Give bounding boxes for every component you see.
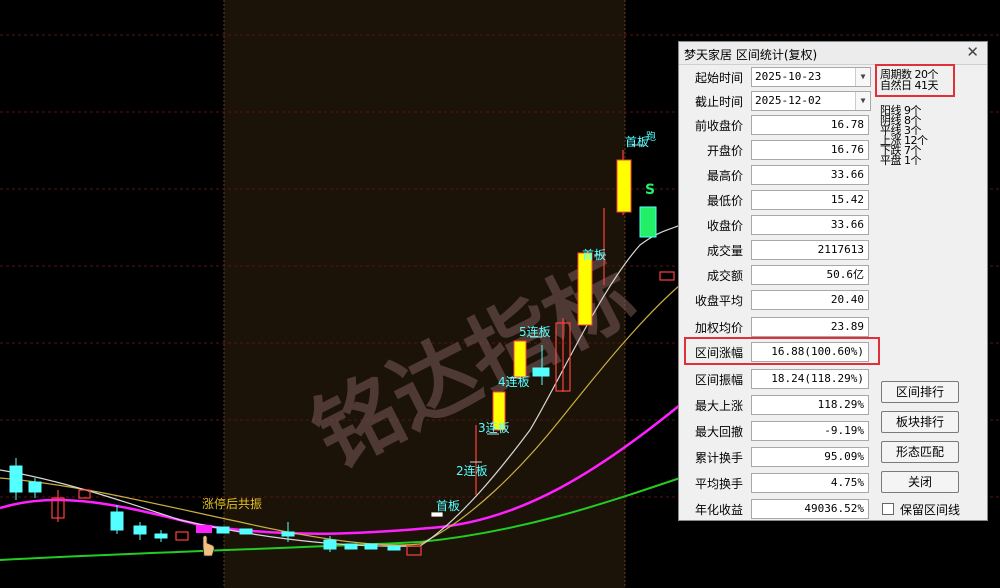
row-value: 16.78	[751, 115, 869, 135]
row-label: 平均换手	[694, 477, 743, 491]
keep-range-checkbox[interactable]	[882, 503, 894, 515]
row-label: 最低价	[706, 194, 743, 208]
row-label: 成交额	[706, 269, 743, 283]
row-value: -9.19%	[751, 421, 869, 441]
annotation-3-board: 3连板	[478, 420, 510, 435]
range-statistics-dialog: 梦天家居 区间统计(复权) ✕ 起始时间 2025-10-23 ▼ 截止时间 2…	[678, 41, 988, 521]
row-value: 33.66	[751, 165, 869, 185]
chevron-down-icon[interactable]: ▼	[855, 92, 870, 110]
end-date-value: 2025-12-02	[755, 94, 822, 107]
start-time-label: 起始时间	[694, 71, 743, 85]
row-label: 最大回撤	[694, 425, 743, 439]
annotation-4-board: 4连板	[498, 374, 530, 389]
keep-range-label: 保留区间线	[900, 503, 961, 517]
row-label: 最大上涨	[694, 399, 743, 413]
row-label: 开盘价	[706, 144, 743, 158]
close-icon[interactable]: ✕	[966, 43, 979, 61]
hand-cursor-icon	[202, 535, 215, 557]
dialog-title-bar: 梦天家居 区间统计(复权) ✕	[679, 42, 987, 65]
end-date-picker[interactable]: 2025-12-02 ▼	[751, 91, 871, 111]
chevron-down-icon[interactable]: ▼	[855, 68, 870, 86]
start-date-value: 2025-10-23	[755, 70, 822, 83]
row-label: 区间涨幅	[694, 346, 743, 360]
row-value: 16.88(100.60%)	[751, 342, 869, 362]
row-value: 33.66	[751, 215, 869, 235]
row-label: 成交量	[706, 244, 743, 258]
close-button[interactable]: 关闭	[881, 471, 959, 493]
annotation-run: 跑	[646, 130, 656, 143]
pattern-match-button[interactable]: 形态匹配	[881, 441, 959, 463]
annotation-first-board-2: 首板	[582, 248, 606, 262]
row-label: 累计换手	[694, 451, 743, 465]
row-value: 95.09%	[751, 447, 869, 467]
row-value: 23.89	[751, 317, 869, 337]
row-value: 50.6亿	[751, 265, 869, 285]
stat-flat: 平盘 1个	[880, 154, 922, 167]
row-value: 15.42	[751, 190, 869, 210]
end-time-label: 截止时间	[694, 95, 743, 109]
row-label: 收盘平均	[694, 294, 743, 308]
row-value: 4.75%	[751, 473, 869, 493]
row-label: 加权均价	[694, 321, 743, 335]
row-label: 最高价	[706, 169, 743, 183]
natural-days: 自然日 41天	[880, 79, 939, 92]
annotation-s: S	[645, 182, 655, 198]
row-label: 区间振幅	[694, 373, 743, 387]
annotation-2-board: 2连板	[456, 463, 488, 478]
row-value: 2117613	[751, 240, 869, 260]
annotation-resonance: 涨停后共振	[202, 496, 262, 511]
row-label: 年化收益	[694, 503, 743, 517]
row-value: 18.24(118.29%)	[751, 369, 869, 389]
row-value: 49036.52%	[751, 499, 869, 519]
start-date-picker[interactable]: 2025-10-23 ▼	[751, 67, 871, 87]
row-label: 前收盘价	[694, 119, 743, 133]
row-label: 收盘价	[706, 219, 743, 233]
annotation-first-board-1: 首板	[436, 499, 460, 513]
row-value: 20.40	[751, 290, 869, 310]
sector-rank-button[interactable]: 板块排行	[881, 411, 959, 433]
annotation-5-board: 5连板	[519, 324, 551, 339]
dialog-title: 梦天家居 区间统计(复权)	[684, 48, 818, 62]
range-rank-button[interactable]: 区间排行	[881, 381, 959, 403]
row-value: 118.29%	[751, 395, 869, 415]
row-value: 16.76	[751, 140, 869, 160]
